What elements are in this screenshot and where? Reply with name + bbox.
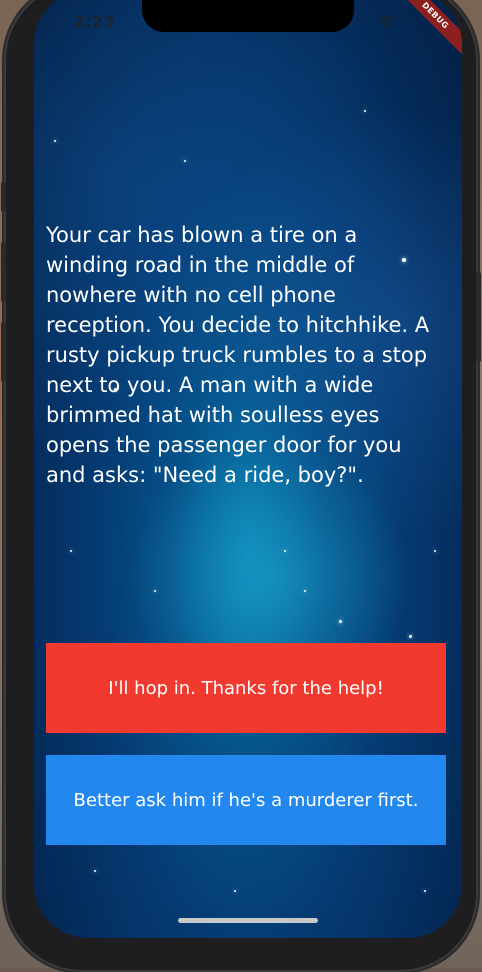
- star: [409, 635, 412, 638]
- wifi-icon: [378, 15, 396, 28]
- star: [54, 140, 56, 142]
- app-screen: 2:23 DEBUG Your car has blown a tire on …: [34, 0, 462, 938]
- star: [154, 590, 156, 592]
- star: [184, 160, 186, 162]
- star: [434, 550, 436, 552]
- volume-down-button: [1, 322, 6, 382]
- story-text: Your car has blown a tire on a winding r…: [46, 223, 430, 487]
- star: [304, 590, 306, 592]
- home-indicator[interactable]: [178, 918, 318, 923]
- star: [339, 620, 342, 623]
- star: [234, 890, 236, 892]
- star: [364, 110, 366, 112]
- camera-notch: [142, 0, 354, 32]
- mute-switch: [1, 182, 6, 212]
- star: [94, 870, 96, 872]
- choice-2-button[interactable]: Better ask him if he's a murderer first.: [46, 755, 446, 845]
- phone-frame: 2:23 DEBUG Your car has blown a tire on …: [1, 0, 481, 972]
- star: [70, 550, 72, 552]
- status-time: 2:23: [74, 12, 115, 31]
- star: [424, 890, 426, 892]
- power-button: [476, 272, 481, 362]
- choice-1-button[interactable]: I'll hop in. Thanks for the help!: [46, 643, 446, 733]
- star: [284, 550, 286, 552]
- volume-up-button: [1, 242, 6, 302]
